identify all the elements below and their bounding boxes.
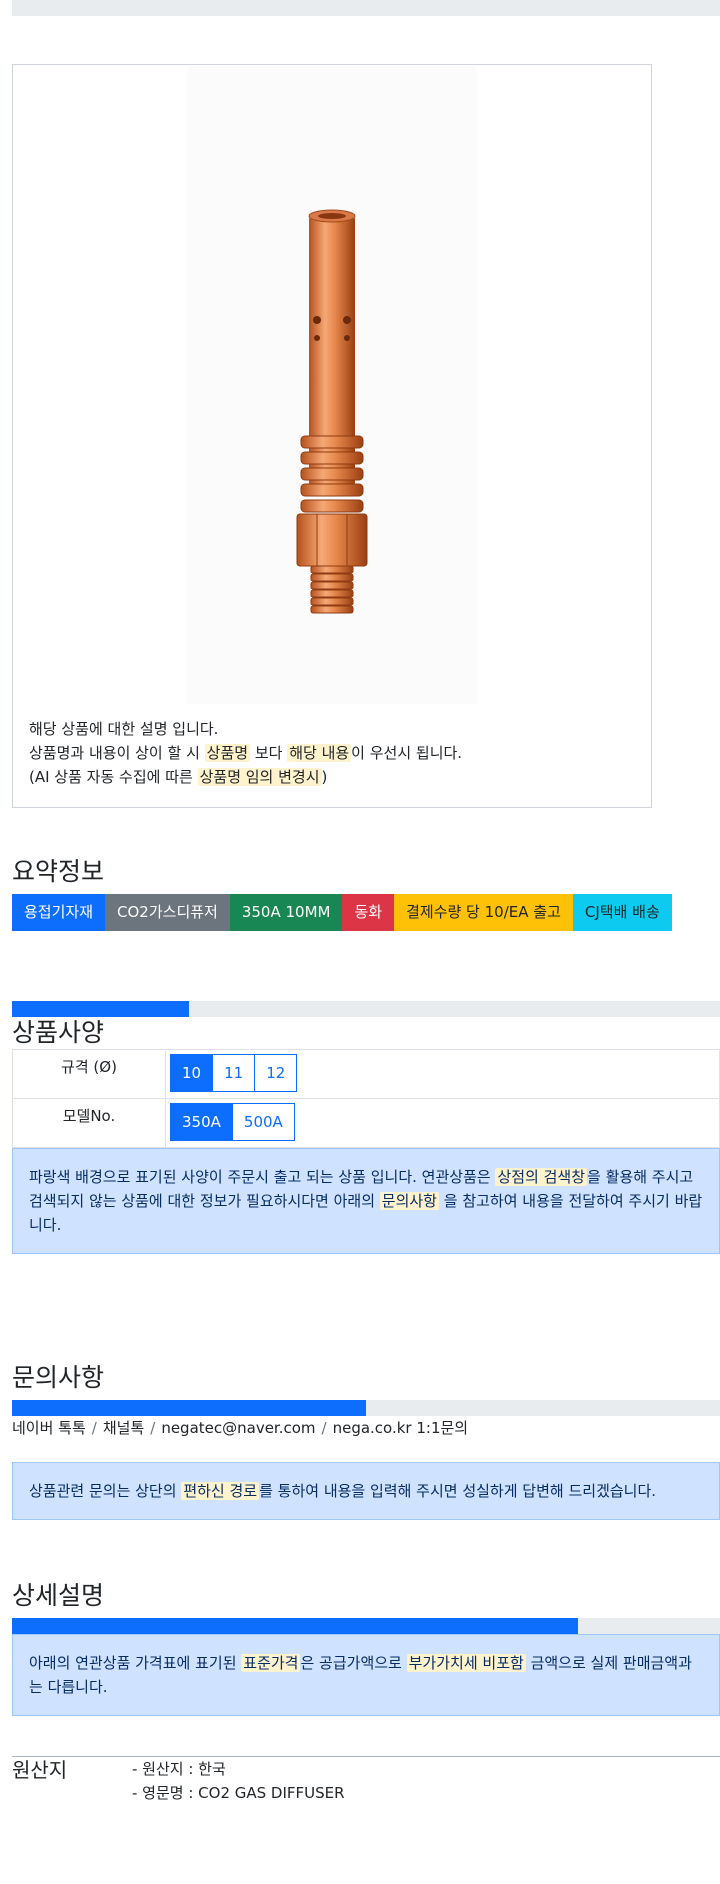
detail-title: 상세설명	[12, 1581, 105, 1610]
notice-text: 파랑색 배경으로 표기된 사양이 주문시 출고 되는 상품 입니다. 연관상품은	[29, 1168, 496, 1186]
origin-label: 원산지	[12, 1758, 68, 1782]
desc-line-3: (AI 상품 자동 수집에 따른 상품명 임의 변경시)	[29, 765, 462, 789]
spec-title: 상품사양	[12, 1018, 105, 1047]
spec-label-size: 규격 (Ø)	[12, 1049, 166, 1099]
spec-label-model: 모델No.	[12, 1098, 166, 1148]
tag-category[interactable]: 용접기자재	[12, 894, 106, 931]
notice-text: 아래의 연관상품 가격표에 표기된	[29, 1654, 242, 1672]
option-size-12[interactable]: 12	[254, 1054, 298, 1092]
tag-quantity[interactable]: 결제수량 당 10/EA 출고	[394, 894, 573, 931]
inquiry-notice: 상품관련 문의는 상단의 편하신 경로 를 통하여 내용을 입력해 주시면 성실하…	[12, 1462, 720, 1520]
spec-options-model: 350A 500A	[165, 1098, 720, 1148]
desc-text: 이 우선시 됩니다.	[351, 744, 463, 762]
spec-progress-bar	[12, 1001, 720, 1017]
detail-progress-fill	[12, 1618, 579, 1634]
highlight-product-name: 상품명	[204, 744, 251, 762]
summary-tags: 용접기자재 CO2가스디퓨저 350A 10MM 동화 결제수량 당 10/EA…	[12, 894, 720, 931]
tag-spec[interactable]: 350A 10MM	[229, 894, 343, 931]
notice-text: 상품관련 문의는 상단의	[29, 1482, 182, 1500]
inquiry-channels: 네이버 톡톡 / 채널톡 / negatec@naver.com / nega.co.kr …	[12, 1416, 720, 1440]
copper-contact-tip-diffuser-photo	[187, 66, 477, 704]
inquiry-title: 문의사항	[12, 1363, 105, 1392]
tag-shipping[interactable]: CJ택배 배송	[572, 894, 672, 931]
spec-table: 규격 (Ø) 10 11 12 모델No. 350A 500A	[12, 1049, 720, 1148]
highlight-content: 해당 내용	[287, 744, 352, 762]
spec-row-size: 규격 (Ø) 10 11 12	[12, 1049, 720, 1099]
detail-progress-bar	[12, 1618, 720, 1634]
separator: /	[150, 1419, 156, 1437]
desc-line-2: 상품명과 내용이 상이 할 시 상품명 보다 해당 내용 이 우선시 됩니다.	[29, 741, 462, 765]
origin-country: - 원산지 : 한국	[132, 1760, 226, 1778]
link-channel-talk[interactable]: 채널톡	[103, 1419, 144, 1437]
spec-progress-fill	[12, 1001, 189, 1017]
origin-section: 원산지 - 원산지 : 한국 - 영문명 : CO2 GAS DIFFUSER	[12, 1757, 720, 1805]
highlight-search-box: 상점의 검색창	[495, 1168, 588, 1186]
link-naver-talk[interactable]: 네이버 톡톡	[12, 1419, 86, 1437]
notice-text: 를 통하여 내용을 입력해 주시면 성실하게 답변해 드리겠습니다.	[259, 1482, 657, 1500]
link-site-inquiry[interactable]: nega.co.kr 1:1문의	[333, 1419, 469, 1437]
inquiry-progress-bar	[12, 1400, 720, 1416]
link-email[interactable]: negatec@naver.com	[161, 1419, 315, 1437]
origin-english-name: - 영문명 : CO2 GAS DIFFUSER	[132, 1784, 345, 1802]
product-description: 해당 상품에 대한 설명 입니다. 상품명과 내용이 상이 할 시 상품명 보다…	[29, 717, 462, 789]
origin-details: - 원산지 : 한국 - 영문명 : CO2 GAS DIFFUSER	[132, 1757, 345, 1805]
highlight-vat-excluded: 부가가치세 비포함	[406, 1654, 526, 1672]
separator: /	[91, 1419, 97, 1437]
top-divider-bar	[12, 0, 720, 16]
tag-product-type[interactable]: CO2가스디퓨저	[105, 894, 230, 931]
notice-text: 은 공급가액으로	[300, 1654, 407, 1672]
spec-row-model: 모델No. 350A 500A	[12, 1098, 720, 1148]
spec-notice: 파랑색 배경으로 표기된 사양이 주문시 출고 되는 상품 입니다. 연관상품은…	[12, 1148, 720, 1254]
product-image-svg	[296, 209, 368, 614]
desc-text: )	[321, 768, 328, 786]
product-card: 해당 상품에 대한 설명 입니다. 상품명과 내용이 상이 할 시 상품명 보다…	[12, 64, 652, 808]
option-model-500a[interactable]: 500A	[231, 1103, 295, 1141]
desc-text: 보다	[250, 744, 288, 762]
option-size-10[interactable]: 10	[170, 1054, 214, 1092]
highlight-preferred-route: 편하신 경로	[181, 1482, 260, 1500]
option-size-11[interactable]: 11	[212, 1054, 256, 1092]
desc-line-1: 해당 상품에 대한 설명 입니다.	[29, 720, 219, 738]
spec-options-size: 10 11 12	[165, 1049, 720, 1099]
tag-material[interactable]: 동화	[342, 894, 395, 931]
highlight-standard-price: 표준가격	[241, 1654, 301, 1672]
highlight-name-change: 상품명 임의 변경시	[197, 768, 322, 786]
page: 해당 상품에 대한 설명 입니다. 상품명과 내용이 상이 할 시 상품명 보다…	[12, 0, 720, 1805]
desc-text: 상품명과 내용이 상이 할 시	[29, 744, 205, 762]
separator: /	[321, 1419, 327, 1437]
option-model-350a[interactable]: 350A	[170, 1103, 233, 1141]
desc-text: (AI 상품 자동 수집에 따른	[29, 768, 198, 786]
highlight-inquiry: 문의사항	[379, 1192, 439, 1210]
summary-title: 요약정보	[12, 857, 105, 886]
detail-notice: 아래의 연관상품 가격표에 표기된 표준가격 은 공급가액으로 부가가치세 비포함…	[12, 1634, 720, 1716]
inquiry-progress-fill	[12, 1400, 366, 1416]
